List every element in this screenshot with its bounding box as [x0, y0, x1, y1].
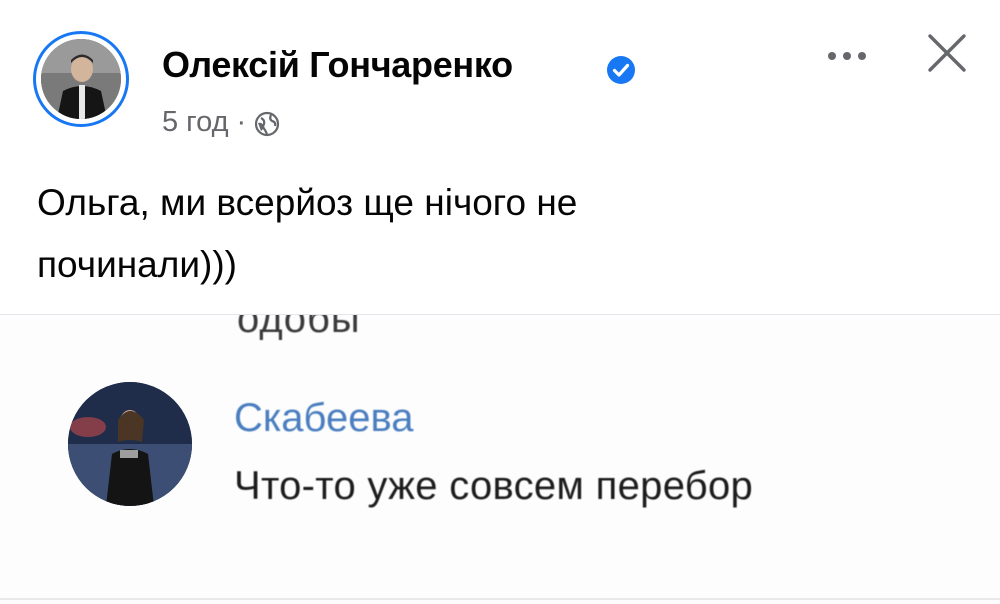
more-options-icon[interactable] — [823, 40, 871, 70]
author-name[interactable]: Олексій Гончаренко — [162, 44, 513, 86]
meta-separator: · — [236, 106, 247, 138]
divider — [0, 598, 1000, 600]
author-avatar[interactable] — [41, 39, 121, 119]
embedded-message: Что-то уже совсем перебор — [234, 464, 754, 508]
cut-off-text: одобы — [237, 314, 361, 341]
post-text-line: починали))) — [37, 244, 237, 285]
embedded-screenshot[interactable]: одобы Скабеева Что-то уже совсем перебор — [0, 314, 1000, 604]
post-meta: 5 год · — [162, 106, 280, 139]
post-text-line: Ольга, ми всерйоз ще нічого не — [37, 182, 578, 223]
post-text: Ольга, ми всерйоз ще нічого не починали)… — [37, 172, 937, 296]
embedded-avatar — [68, 382, 192, 506]
verified-badge-icon — [607, 56, 635, 84]
embedded-name: Скабеева — [234, 396, 414, 440]
close-icon[interactable] — [924, 30, 970, 76]
author-avatar-ring[interactable] — [33, 31, 129, 127]
post-header: Олексій Гончаренко 5 год · — [0, 0, 1000, 160]
post-time[interactable]: 5 год — [162, 106, 229, 139]
globe-icon — [255, 111, 280, 137]
